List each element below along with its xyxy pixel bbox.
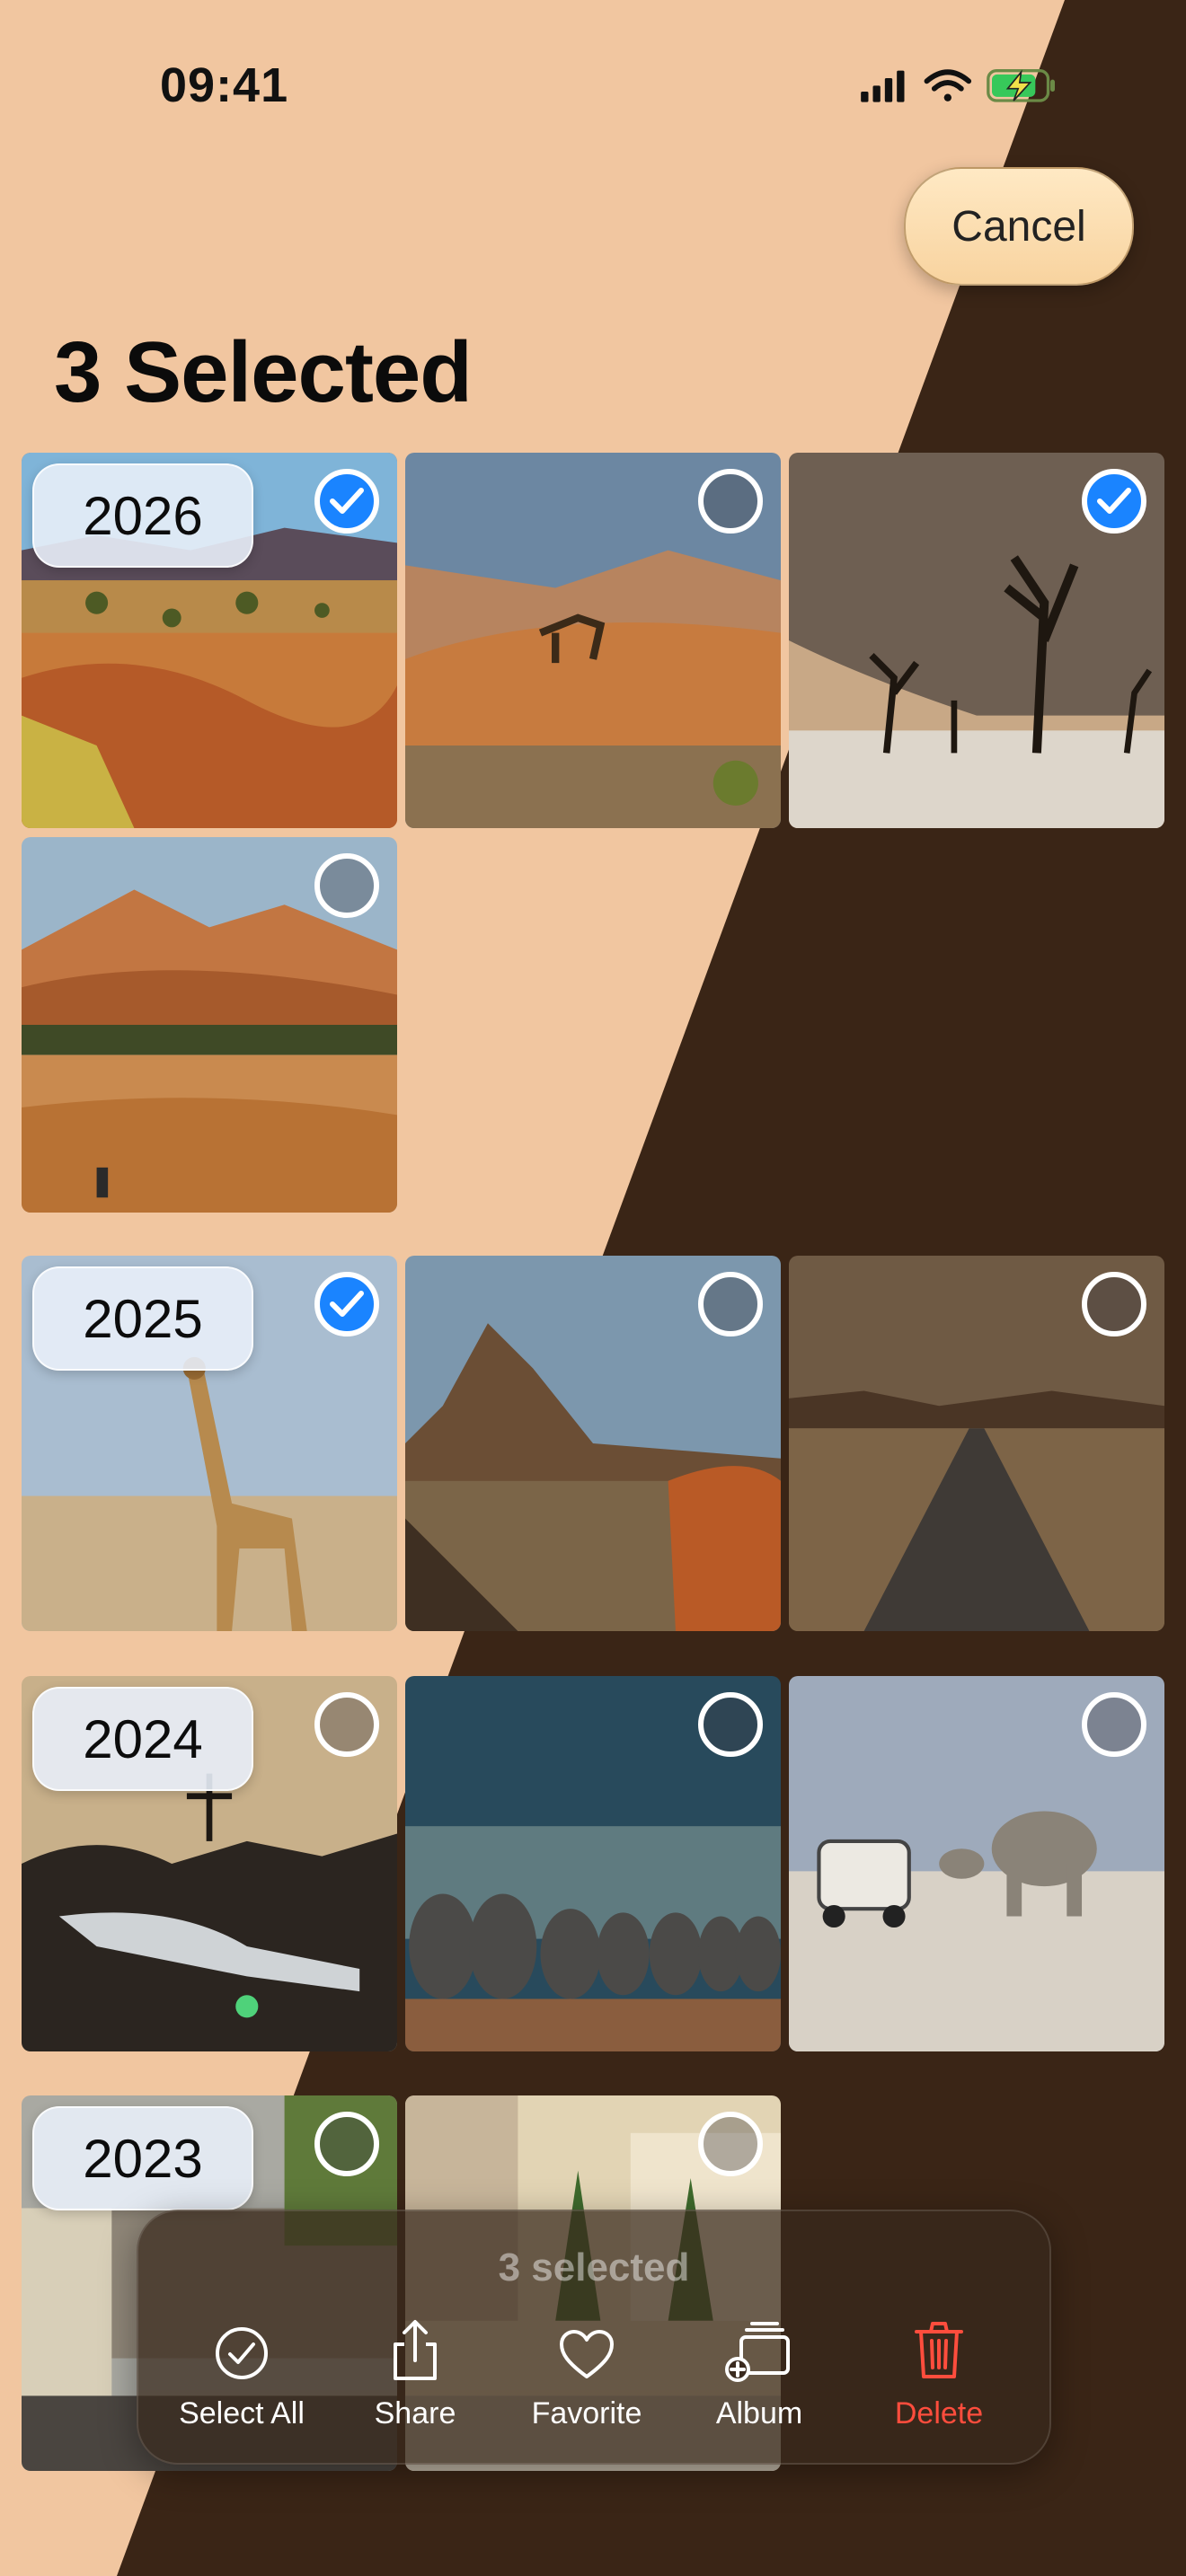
selection-checkbox[interactable] bbox=[314, 1272, 379, 1337]
year-label: 2023 bbox=[32, 2106, 253, 2210]
favorite-label: Favorite bbox=[531, 2396, 642, 2430]
album-button[interactable]: Album bbox=[674, 2319, 845, 2431]
battery-charging-icon bbox=[987, 69, 1055, 102]
album-label: Album bbox=[715, 2396, 803, 2430]
year-label: 2025 bbox=[32, 1266, 253, 1371]
select-all-label: Select All bbox=[179, 2396, 305, 2430]
checkmark-icon bbox=[330, 488, 364, 514]
heart-icon bbox=[560, 2330, 614, 2378]
photo-tile[interactable] bbox=[405, 1256, 781, 1631]
photo-tile[interactable]: 2025 bbox=[22, 1256, 397, 1631]
delete-button[interactable]: Delete bbox=[854, 2319, 1024, 2431]
selection-toolbar: 3 selected Select All Share Favorite Alb… bbox=[137, 2210, 1051, 2465]
wifi-icon bbox=[924, 69, 972, 101]
status-icons bbox=[861, 69, 1055, 102]
selection-checkbox[interactable] bbox=[1082, 1272, 1146, 1337]
share-icon bbox=[394, 2320, 437, 2380]
selection-checkbox[interactable] bbox=[314, 853, 379, 918]
share-label: Share bbox=[374, 2396, 456, 2430]
check-circle-icon bbox=[216, 2327, 268, 2379]
selected-count-label: 3 selected bbox=[498, 2245, 690, 2289]
photo-tile[interactable] bbox=[405, 453, 781, 828]
photo-tile[interactable]: 2026 bbox=[22, 453, 397, 828]
photo-tile[interactable] bbox=[405, 1676, 781, 2051]
photo-tile[interactable] bbox=[789, 1256, 1164, 1631]
selection-checkbox[interactable] bbox=[314, 1692, 379, 1757]
photo-tile[interactable] bbox=[22, 837, 397, 1213]
cellular-signal-icon bbox=[861, 70, 905, 102]
selection-checkbox[interactable] bbox=[1082, 469, 1146, 534]
selection-checkbox[interactable] bbox=[1082, 1692, 1146, 1757]
delete-label: Delete bbox=[894, 2396, 984, 2430]
selection-checkbox[interactable] bbox=[314, 469, 379, 534]
trash-icon bbox=[915, 2322, 963, 2378]
checkmark-icon bbox=[330, 1291, 364, 1317]
photo-tile[interactable] bbox=[789, 453, 1164, 828]
cancel-button[interactable]: Cancel bbox=[904, 167, 1134, 286]
photo-tile[interactable] bbox=[789, 1676, 1164, 2051]
favorite-button[interactable]: Favorite bbox=[501, 2319, 672, 2431]
checkmark-icon bbox=[1097, 488, 1131, 514]
status-time: 09:41 bbox=[160, 58, 289, 112]
year-label: 2024 bbox=[32, 1687, 253, 1791]
year-label: 2026 bbox=[32, 463, 253, 568]
share-button[interactable]: Share bbox=[330, 2319, 500, 2431]
selection-checkbox[interactable] bbox=[698, 469, 763, 534]
selection-checkbox[interactable] bbox=[698, 1272, 763, 1337]
photo-tile[interactable]: 2024 bbox=[22, 1676, 397, 2051]
selection-checkbox[interactable] bbox=[698, 1692, 763, 1757]
add-to-album-icon bbox=[725, 2322, 790, 2382]
select-all-button[interactable]: Select All bbox=[156, 2319, 327, 2431]
page-title: 3 Selected bbox=[54, 324, 473, 420]
selection-checkbox[interactable] bbox=[698, 2112, 763, 2176]
selection-checkbox[interactable] bbox=[314, 2112, 379, 2176]
